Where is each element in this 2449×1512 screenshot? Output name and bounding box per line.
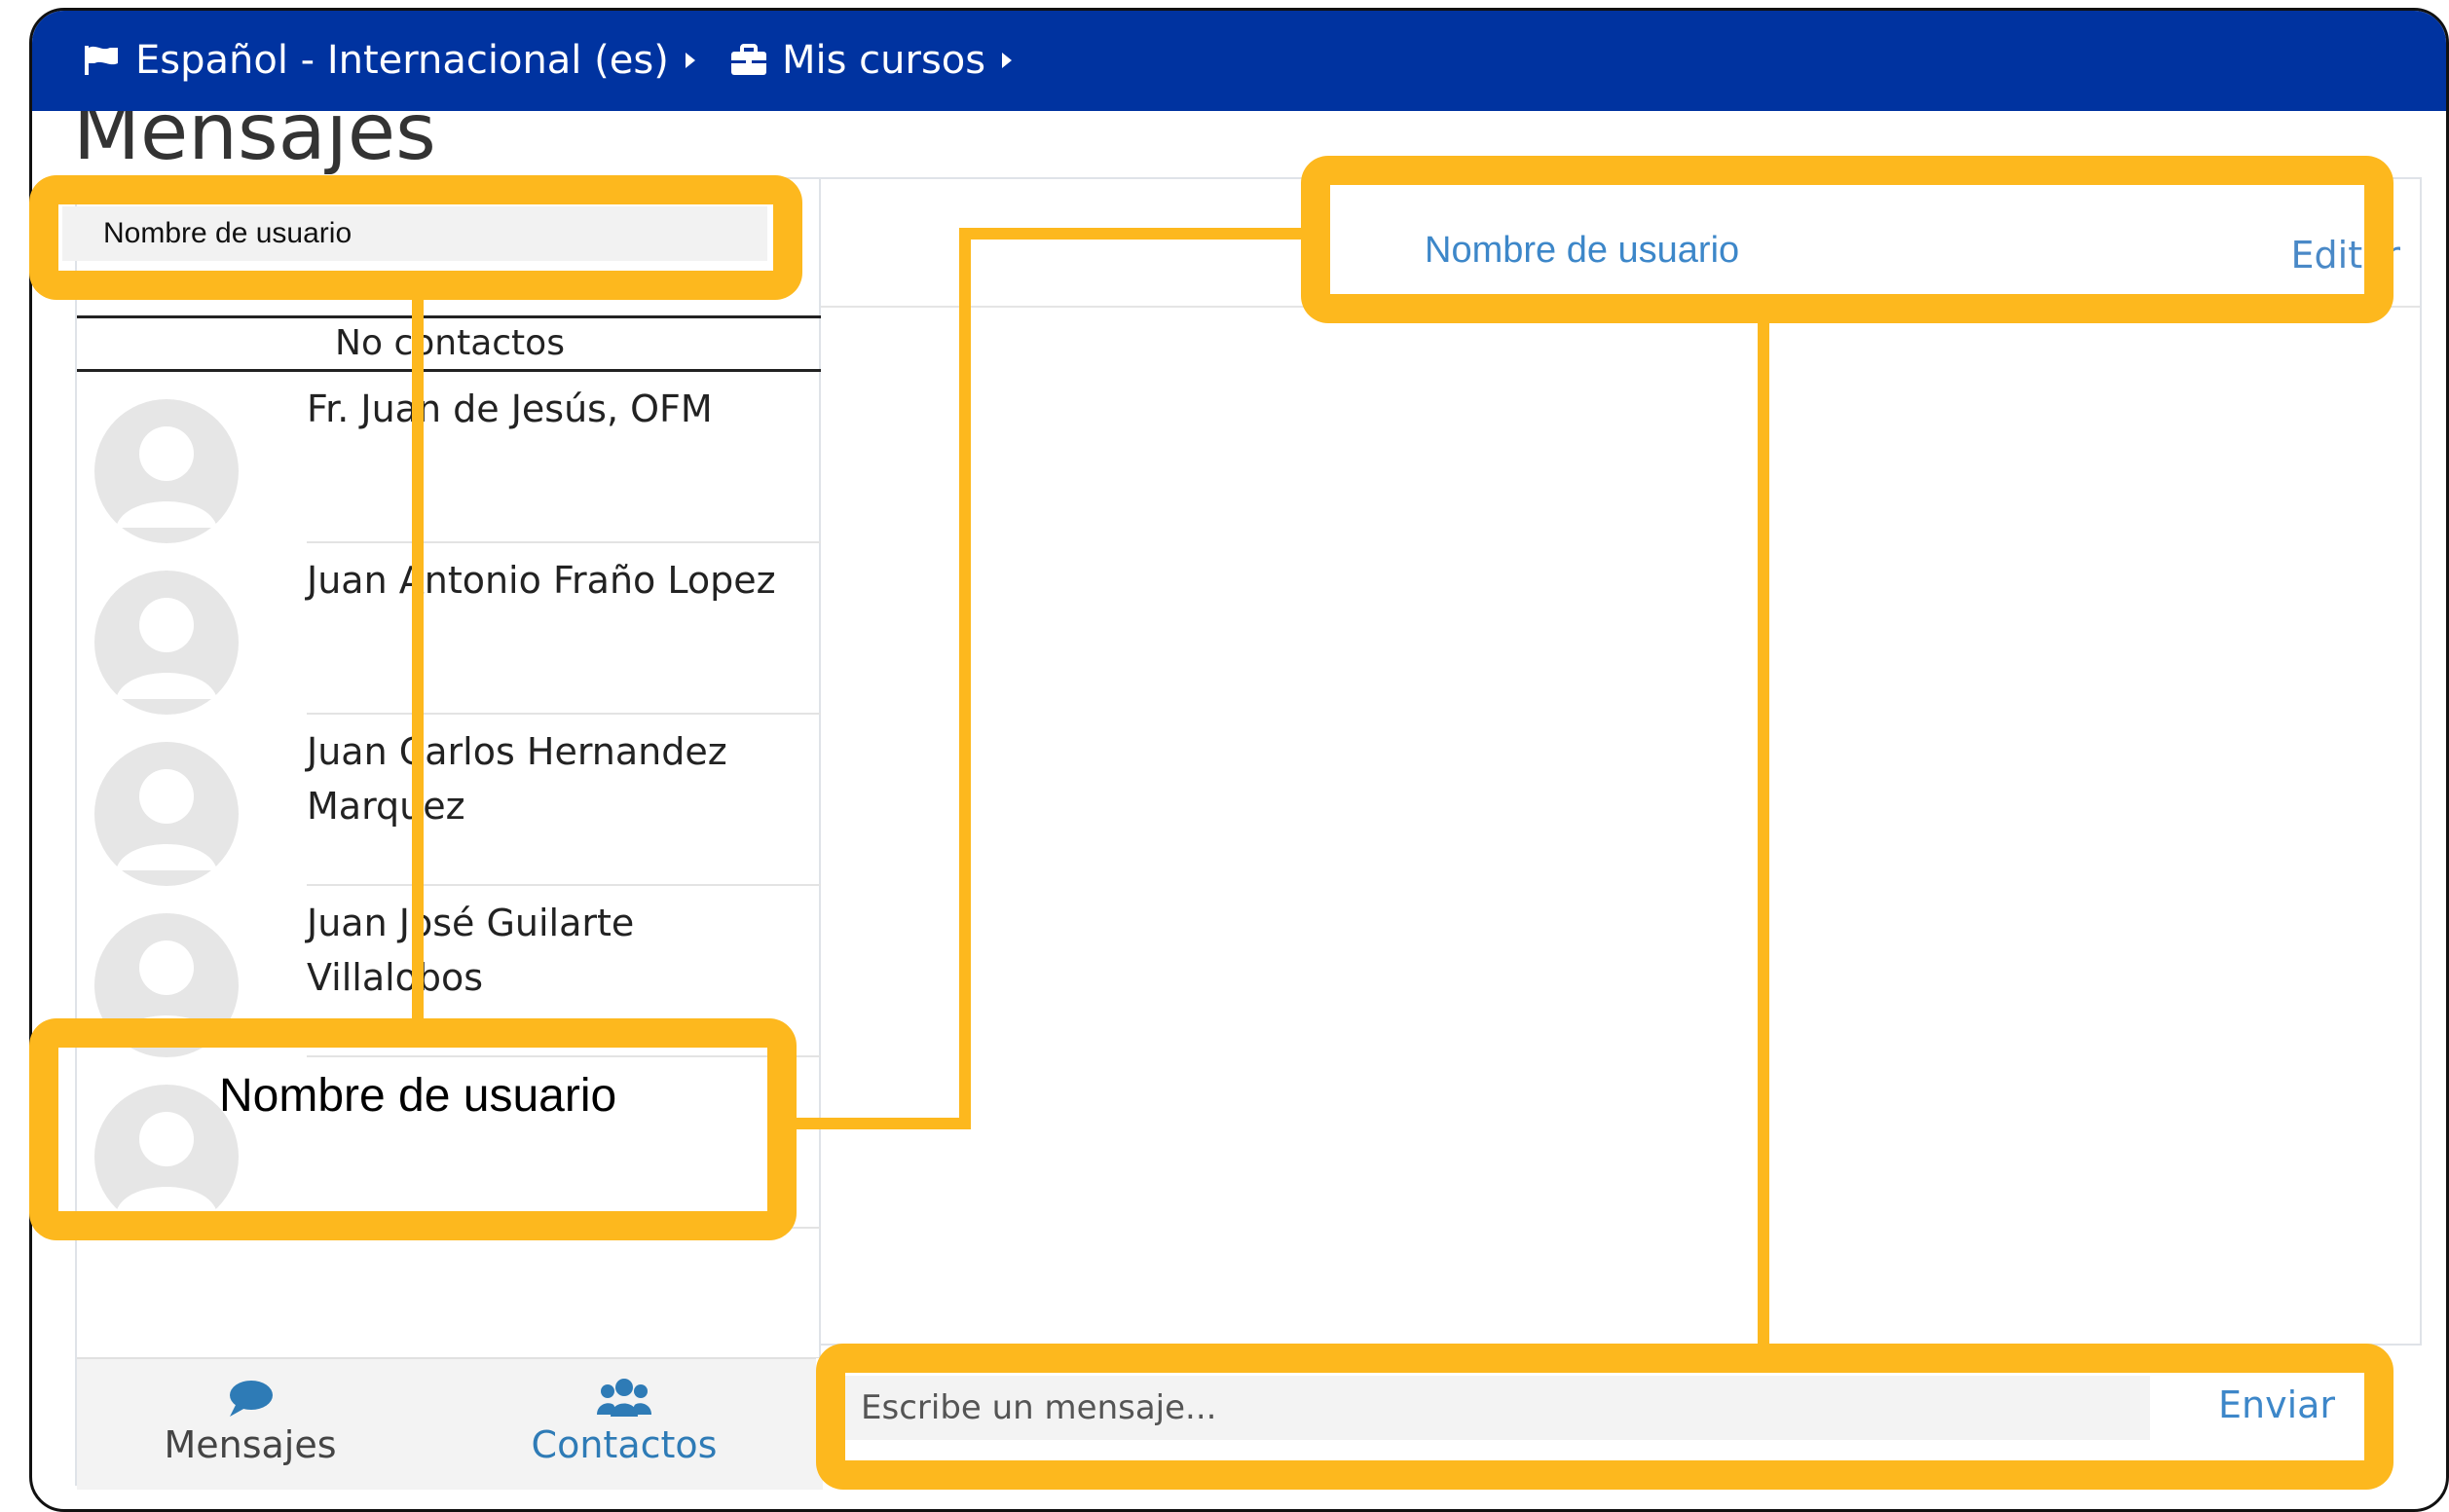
conversation-panel: Nombre de usuario Editar: [821, 177, 2422, 1346]
highlight-conversation-header: [1301, 156, 2393, 323]
contact-name: Fr. Juan de Jesús, OFM: [307, 387, 713, 430]
contact-item[interactable]: Juan Carlos Hernandez Marquez: [77, 715, 823, 886]
contact-item[interactable]: Fr. Juan de Jesús, OFM: [77, 372, 823, 543]
contacts-section-header: No contactos: [77, 315, 823, 372]
avatar-placeholder-icon: [94, 571, 239, 715]
connector-line: [959, 228, 971, 1129]
my-courses-menu[interactable]: Mis cursos: [729, 38, 1015, 83]
highlight-search-box: [29, 175, 802, 300]
tab-contacts-label: Contactos: [531, 1423, 718, 1466]
users-icon: [597, 1379, 651, 1417]
highlight-compose-bar: [816, 1344, 2393, 1490]
contact-name: Juan Antonio Fraño Lopez: [307, 559, 776, 602]
contact-name: Juan José Guilarte Villalobos: [307, 902, 635, 999]
connector-line: [412, 298, 424, 1020]
top-navbar: Español - Internacional (es) Mis cursos: [32, 11, 2446, 111]
callout-label: Nombre de usuario: [219, 1070, 617, 1122]
avatar-placeholder-icon: [94, 742, 239, 886]
briefcase-icon: [731, 44, 766, 75]
language-menu[interactable]: Español - Internacional (es): [83, 38, 698, 83]
caret-right-icon: [685, 53, 695, 68]
chat-bubble-icon: [230, 1381, 273, 1417]
contacts-panel: No contactos Fr. Juan de Jesús, OFM Juan…: [75, 177, 823, 1490]
page-title: Mensajes: [73, 111, 436, 174]
avatar-placeholder-icon: [94, 399, 239, 543]
language-label: Español - Internacional (es): [135, 38, 669, 83]
contact-name: Juan Carlos Hernandez Marquez: [307, 730, 727, 828]
tab-messages[interactable]: Mensajes: [124, 1373, 377, 1466]
tab-contacts[interactable]: Contactos: [498, 1373, 751, 1466]
my-courses-label: Mis cursos: [782, 38, 986, 83]
flag-icon: [85, 46, 118, 75]
panel-tabs: Mensajes Contactos: [77, 1357, 823, 1490]
contact-item[interactable]: Juan Antonio Fraño Lopez: [77, 543, 823, 715]
tab-messages-label: Mensajes: [164, 1423, 337, 1466]
connector-line: [959, 228, 1303, 240]
caret-right-icon: [1002, 53, 1013, 68]
highlight-selected-contact: [29, 1018, 797, 1240]
connector-line: [1758, 321, 1769, 1346]
connector-line: [795, 1118, 971, 1129]
